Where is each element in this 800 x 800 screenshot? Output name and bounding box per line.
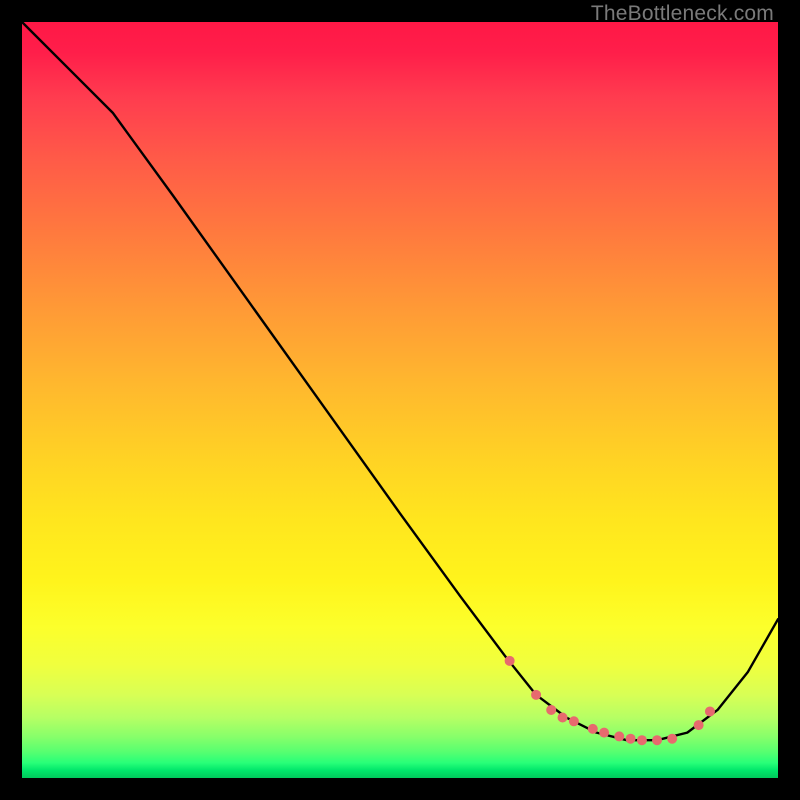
marker-dot xyxy=(705,706,715,716)
marker-dot xyxy=(626,734,636,744)
marker-dot xyxy=(694,720,704,730)
chart-svg xyxy=(22,22,778,778)
marker-dot xyxy=(614,731,624,741)
marker-dots xyxy=(505,656,715,745)
marker-dot xyxy=(652,735,662,745)
marker-dot xyxy=(667,734,677,744)
marker-dot xyxy=(588,724,598,734)
marker-dot xyxy=(569,716,579,726)
marker-dot xyxy=(637,735,647,745)
curve-line xyxy=(22,22,778,740)
watermark-text: TheBottleneck.com xyxy=(591,2,774,26)
marker-dot xyxy=(599,728,609,738)
marker-dot xyxy=(546,705,556,715)
marker-dot xyxy=(531,690,541,700)
marker-dot xyxy=(505,656,515,666)
chart-frame: TheBottleneck.com xyxy=(0,0,800,800)
plot-area xyxy=(22,22,778,778)
marker-dot xyxy=(558,713,568,723)
